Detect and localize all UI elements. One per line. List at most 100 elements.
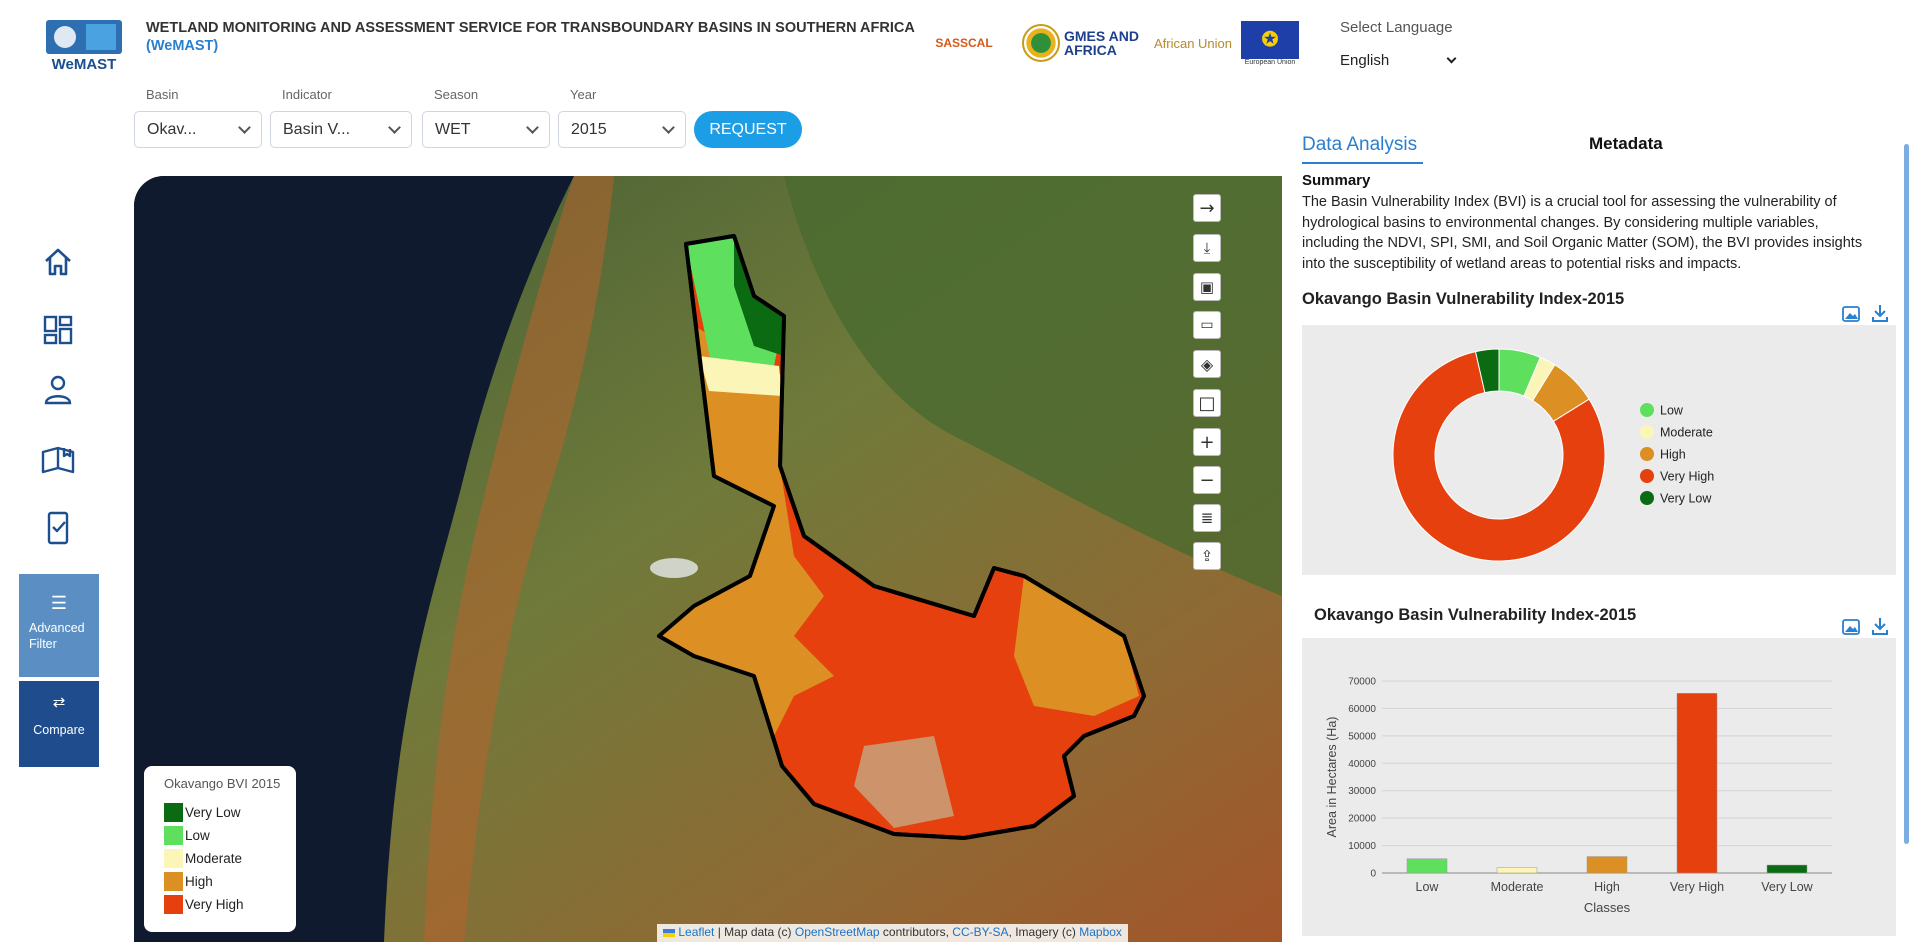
map-download-button[interactable]: ⤓ bbox=[1193, 234, 1221, 262]
partner-name-sasscal: SASSCAL bbox=[935, 36, 993, 50]
filter-icon: ☰ bbox=[50, 593, 68, 613]
y-tick-label: 70000 bbox=[1348, 677, 1376, 688]
donut-download-button[interactable] bbox=[1870, 303, 1890, 323]
map-report-button[interactable]: ≣ bbox=[1193, 504, 1221, 532]
download-icon bbox=[1872, 618, 1888, 635]
site-subtitle: (WeMAST) bbox=[146, 38, 219, 54]
wemast-logo[interactable]: WeMAST bbox=[46, 20, 122, 73]
image-icon: ▣ bbox=[1199, 278, 1215, 296]
map-draw-rectangle-button[interactable]: □ bbox=[1193, 389, 1221, 417]
map-export-button[interactable]: ⇪ bbox=[1193, 542, 1221, 570]
attribution-text: contributors, bbox=[879, 925, 953, 939]
donut-legend-label[interactable]: Very High bbox=[1660, 470, 1714, 484]
language-label: Select Language bbox=[1340, 19, 1453, 36]
bar-moderate[interactable] bbox=[1496, 867, 1538, 874]
map-forward-button[interactable]: → bbox=[1193, 194, 1221, 222]
map-image-button[interactable]: ▣ bbox=[1193, 273, 1221, 301]
wemast-logo-image bbox=[46, 20, 122, 54]
tab-data-analysis[interactable]: Data Analysis bbox=[1302, 134, 1417, 156]
donut-legend-label[interactable]: Low bbox=[1660, 404, 1684, 418]
x-tick-label: Very High bbox=[1670, 880, 1724, 894]
map-view[interactable] bbox=[134, 176, 1282, 942]
legend-item: Very High bbox=[164, 893, 284, 916]
bar-low[interactable] bbox=[1406, 858, 1448, 874]
y-tick-label: 10000 bbox=[1348, 841, 1376, 852]
bar-download-button[interactable] bbox=[1870, 616, 1890, 636]
legend-label: Low bbox=[185, 828, 210, 843]
season-select[interactable]: WET bbox=[422, 111, 550, 148]
x-axis-title: Classes bbox=[1584, 900, 1631, 915]
ruler-icon: ▭ bbox=[1200, 317, 1214, 333]
chevron-down-icon bbox=[388, 120, 401, 134]
document-icon: ≣ bbox=[1200, 509, 1214, 527]
indicator-select[interactable]: Basin V... bbox=[270, 111, 412, 148]
ukraine-flag-icon bbox=[663, 928, 675, 937]
chevron-down-icon bbox=[526, 120, 539, 134]
bar-image-button[interactable] bbox=[1841, 617, 1861, 637]
advanced-filter-label: Advanced Filter bbox=[29, 621, 85, 651]
bar-very-high[interactable] bbox=[1676, 693, 1718, 874]
legend-swatch bbox=[164, 826, 183, 845]
image-icon bbox=[1842, 306, 1860, 322]
language-select[interactable]: English bbox=[1340, 52, 1457, 69]
arrow-right-icon: → bbox=[1199, 197, 1215, 219]
donut-legend-label[interactable]: Moderate bbox=[1660, 426, 1713, 440]
au-globe-icon bbox=[1022, 24, 1060, 62]
compare-button[interactable]: ⇄ Compare bbox=[19, 681, 99, 767]
legend-label: High bbox=[185, 874, 213, 889]
partner-logos: SASSCAL GMES AND AFRICA African Union ✪ … bbox=[914, 20, 1300, 70]
nav-mobile[interactable] bbox=[40, 510, 76, 546]
partner-name-au: African Union bbox=[1153, 35, 1233, 51]
legend-item: Very Low bbox=[164, 801, 284, 824]
x-tick-label: Very Low bbox=[1761, 880, 1813, 894]
map-zoom-in-button[interactable]: + bbox=[1193, 428, 1221, 456]
active-tab-indicator bbox=[1302, 162, 1423, 164]
nav-user[interactable] bbox=[40, 372, 76, 408]
donut-image-button[interactable] bbox=[1841, 304, 1861, 324]
cc-by-sa-link[interactable]: CC-BY-SA bbox=[952, 925, 1008, 939]
map-zoom-out-button[interactable]: − bbox=[1193, 466, 1221, 494]
compare-arrows-icon: ⇄ bbox=[52, 694, 66, 711]
leaflet-link[interactable]: Leaflet bbox=[678, 925, 714, 939]
legend-label: Very Low bbox=[185, 805, 241, 820]
legend-swatch bbox=[164, 872, 183, 891]
donut-legend-marker bbox=[1640, 469, 1654, 483]
legend-item: Low bbox=[164, 824, 284, 847]
donut-legend-marker bbox=[1640, 425, 1654, 439]
advanced-filter-button[interactable]: ☰ Advanced Filter bbox=[19, 574, 99, 677]
y-tick-label: 50000 bbox=[1348, 731, 1376, 742]
x-tick-label: Low bbox=[1416, 880, 1440, 894]
panel-scrollbar[interactable] bbox=[1904, 144, 1909, 844]
map-measure-button[interactable]: ▭ bbox=[1193, 311, 1221, 339]
minus-icon: − bbox=[1199, 469, 1215, 491]
mapbox-link[interactable]: Mapbox bbox=[1079, 925, 1122, 939]
basin-select[interactable]: Okav... bbox=[134, 111, 262, 148]
donut-chart-title: Okavango Basin Vulnerability Index-2015 bbox=[1302, 290, 1625, 308]
y-tick-label: 20000 bbox=[1348, 814, 1376, 825]
download-icon: ⤓ bbox=[1203, 239, 1211, 257]
home-icon bbox=[45, 248, 71, 276]
bar-high[interactable] bbox=[1586, 856, 1628, 874]
nav-docs[interactable] bbox=[40, 442, 76, 478]
donut-legend-label[interactable]: Very Low bbox=[1660, 492, 1712, 506]
rectangle-icon: □ bbox=[1198, 392, 1216, 414]
map-legend: Okavango BVI 2015 Very Low Low Moderate … bbox=[144, 766, 296, 932]
attribution-text: , Imagery (c) bbox=[1008, 925, 1080, 939]
mobile-check-icon bbox=[47, 511, 69, 545]
osm-link[interactable]: OpenStreetMap bbox=[795, 925, 880, 939]
map-layers-button[interactable]: ◈ bbox=[1193, 350, 1221, 378]
legend-swatch bbox=[164, 803, 183, 822]
bar-very-low[interactable] bbox=[1766, 864, 1808, 874]
nav-dashboard[interactable] bbox=[40, 312, 76, 348]
x-tick-label: High bbox=[1594, 880, 1620, 894]
nav-home[interactable] bbox=[40, 244, 76, 280]
tab-metadata[interactable]: Metadata bbox=[1589, 134, 1663, 154]
partner-name-eu: European Union bbox=[1244, 58, 1296, 66]
request-button[interactable]: REQUEST bbox=[694, 111, 802, 148]
image-icon bbox=[1842, 619, 1860, 635]
season-value: WET bbox=[435, 120, 471, 138]
year-select[interactable]: 2015 bbox=[558, 111, 686, 148]
user-icon bbox=[44, 375, 72, 405]
donut-legend-label[interactable]: High bbox=[1660, 448, 1686, 462]
legend-swatch bbox=[164, 849, 183, 868]
